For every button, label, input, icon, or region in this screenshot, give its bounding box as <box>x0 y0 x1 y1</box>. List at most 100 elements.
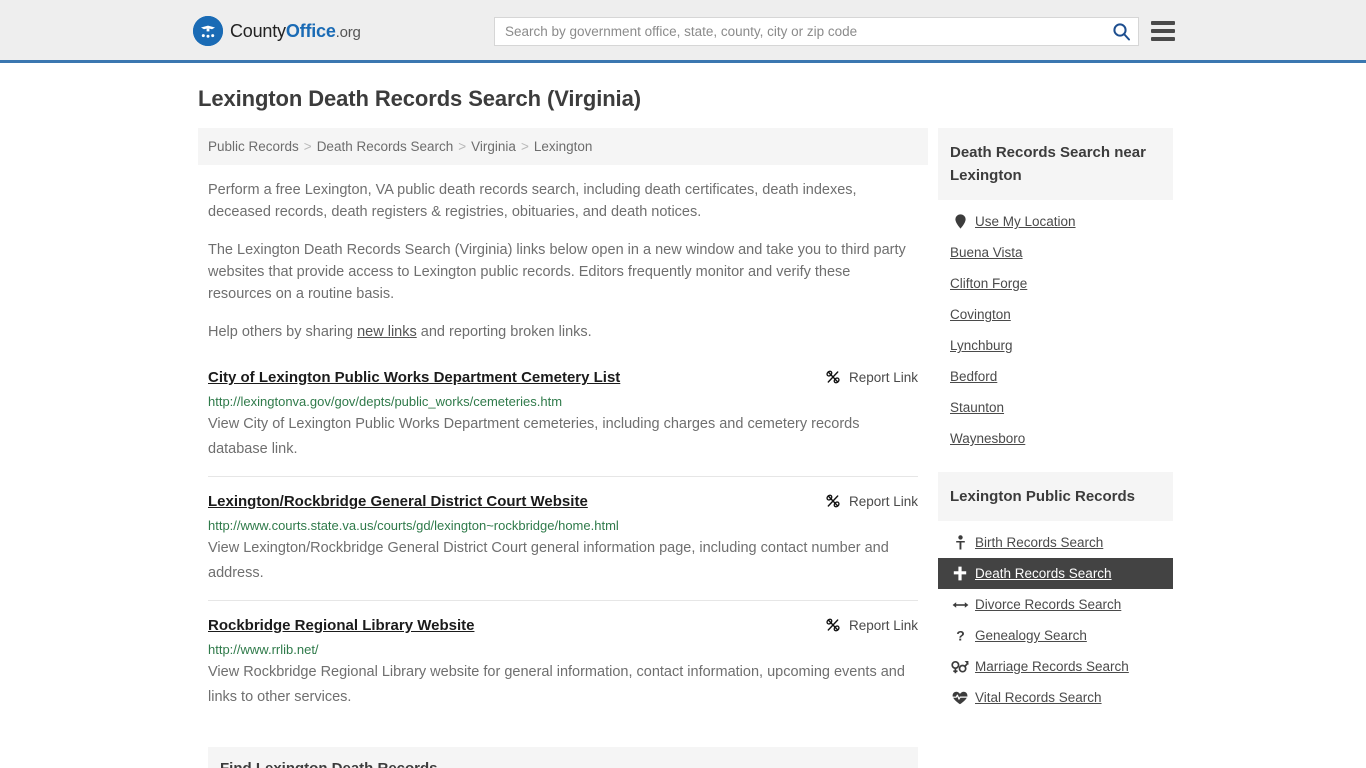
search-button[interactable] <box>1104 18 1138 45</box>
nearby-city-list: Use My Location Buena Vista Clifton Forg… <box>938 200 1173 454</box>
report-link-label: Report Link <box>848 369 918 385</box>
broken-link-icon <box>825 493 841 509</box>
breadcrumb-separator: > <box>303 139 312 154</box>
content-container: Lexington Death Records Search (Virginia… <box>193 63 1173 768</box>
hamburger-bar <box>1151 29 1175 33</box>
result-title-link[interactable]: Rockbridge Regional Library Website <box>208 616 474 636</box>
intro-paragraph-1: Perform a free Lexington, VA public deat… <box>208 182 857 220</box>
logo-wordmark: CountyOffice.org <box>230 21 361 42</box>
hamburger-menu-icon[interactable] <box>1151 21 1175 41</box>
use-my-location-item[interactable]: Use My Location <box>938 206 1173 237</box>
nearby-city-link[interactable]: Waynesboro <box>950 431 1025 446</box>
sidebar-item-vital-records-search[interactable]: Vital Records Search <box>938 682 1173 713</box>
nearby-city-item-buena-vista[interactable]: Buena Vista <box>938 237 1173 268</box>
result-header: Lexington/Rockbridge General District Co… <box>208 492 918 512</box>
baby-icon <box>950 535 970 550</box>
search-icon <box>1112 22 1131 41</box>
search-box[interactable] <box>494 17 1139 46</box>
sidebar-item-death-records-search[interactable]: Death Records Search <box>938 558 1173 589</box>
site-header: CountyOffice.org <box>0 0 1366 63</box>
result-url: http://lexingtonva.gov/gov/depts/public_… <box>208 394 563 409</box>
cross-icon <box>950 566 970 581</box>
find-records-heading: Find Lexington Death Records <box>208 747 918 768</box>
result-description: View Lexington/Rockbridge General Distri… <box>208 540 889 581</box>
breadcrumb-item-lexington[interactable]: Lexington <box>534 139 593 154</box>
sidebar-item-birth-records-search[interactable]: Birth Records Search <box>938 527 1173 558</box>
sidebar: Death Records Search near Lexington Use … <box>938 128 1173 713</box>
heartbeat-icon <box>950 691 970 705</box>
page-body: Lexington Death Records Search (Virginia… <box>0 63 1366 768</box>
report-link-button[interactable]: Report Link <box>825 368 918 385</box>
intro-paragraph-3: Help others by sharing new links and rep… <box>208 321 918 343</box>
report-link-button[interactable]: Report Link <box>825 492 918 509</box>
nearby-city-link[interactable]: Lynchburg <box>950 338 1013 353</box>
breadcrumb-separator: > <box>520 139 529 154</box>
sidebar-link[interactable]: Vital Records Search <box>975 690 1102 705</box>
breadcrumb-separator: > <box>458 139 467 154</box>
logo-text-office: Office <box>285 20 336 41</box>
eagle-stars-emblem-icon <box>193 16 223 46</box>
nearby-city-link[interactable]: Bedford <box>950 369 997 384</box>
breadcrumb-item-death-records-search[interactable]: Death Records Search <box>317 139 454 154</box>
use-my-location-link[interactable]: Use My Location <box>975 214 1076 229</box>
nearby-city-link[interactable]: Staunton <box>950 400 1004 415</box>
logo-text-org: .org <box>335 23 361 41</box>
intro-paragraph-2: The Lexington Death Records Search (Virg… <box>208 242 906 302</box>
share-text-after: and reporting broken links. <box>416 324 592 340</box>
new-links-link[interactable]: new links <box>357 324 417 340</box>
sidebar-link[interactable]: Marriage Records Search <box>975 659 1129 674</box>
result-url: http://www.courts.state.va.us/courts/gd/… <box>208 518 619 533</box>
venus-mars-icon <box>950 660 970 674</box>
main-column: Public Records > Death Records Search > Virg… <box>193 128 928 768</box>
svg-text:?: ? <box>956 628 965 643</box>
result-header: Rockbridge Regional Library Website Repo… <box>208 616 918 636</box>
results-list: City of Lexington Public Works Departmen… <box>198 343 928 724</box>
breadcrumb-item-virginia[interactable]: Virginia <box>471 139 516 154</box>
find-records-section: Find Lexington Death Records Lexington D… <box>198 724 928 768</box>
nearby-city-item-covington[interactable]: Covington <box>938 299 1173 330</box>
hamburger-bar <box>1151 21 1175 25</box>
nearby-city-link[interactable]: Covington <box>950 307 1011 322</box>
nearby-city-item-lynchburg[interactable]: Lynchburg <box>938 330 1173 361</box>
nearby-city-item-clifton-forge[interactable]: Clifton Forge <box>938 268 1173 299</box>
hamburger-bar <box>1151 37 1175 41</box>
public-records-section: Lexington Public Records Birth Records S… <box>938 472 1173 713</box>
result-description: View City of Lexington Public Works Depa… <box>208 416 860 457</box>
search-input[interactable] <box>495 18 1104 45</box>
result-url: http://www.rrlib.net/ <box>208 642 319 657</box>
broken-link-icon <box>825 617 841 633</box>
sidebar-link[interactable]: Death Records Search <box>975 566 1112 581</box>
map-pin-icon <box>950 214 970 229</box>
result-header: City of Lexington Public Works Departmen… <box>208 368 918 388</box>
nearby-city-link[interactable]: Buena Vista <box>950 245 1023 260</box>
breadcrumb: Public Records > Death Records Search > Virg… <box>198 128 928 165</box>
nearby-search-heading: Death Records Search near Lexington <box>938 128 1173 200</box>
result-item: City of Lexington Public Works Departmen… <box>208 355 918 476</box>
site-logo[interactable]: CountyOffice.org <box>193 16 361 46</box>
nearby-city-item-staunton[interactable]: Staunton <box>938 392 1173 423</box>
page-title: Lexington Death Records Search (Virginia… <box>198 86 641 111</box>
sidebar-link[interactable]: Genealogy Search <box>975 628 1087 643</box>
logo-text-county: County <box>230 20 286 41</box>
result-title-link[interactable]: Lexington/Rockbridge General District Co… <box>208 492 588 512</box>
nearby-city-item-bedford[interactable]: Bedford <box>938 361 1173 392</box>
public-records-list: Birth Records Search Death Records Searc… <box>938 521 1173 713</box>
sidebar-item-marriage-records-search[interactable]: Marriage Records Search <box>938 651 1173 682</box>
sidebar-link[interactable]: Divorce Records Search <box>975 597 1121 612</box>
public-records-heading: Lexington Public Records <box>938 472 1173 521</box>
question-mark-icon: ? <box>950 628 970 643</box>
sidebar-link[interactable]: Birth Records Search <box>975 535 1103 550</box>
report-link-label: Report Link <box>848 617 918 633</box>
sidebar-item-genealogy-search[interactable]: ? Genealogy Search <box>938 620 1173 651</box>
report-link-button[interactable]: Report Link <box>825 616 918 633</box>
result-item: Lexington/Rockbridge General District Co… <box>208 476 918 600</box>
nearby-city-item-waynesboro[interactable]: Waynesboro <box>938 423 1173 454</box>
breadcrumb-item-public-records[interactable]: Public Records <box>208 139 299 154</box>
result-title-link[interactable]: City of Lexington Public Works Departmen… <box>208 368 620 388</box>
result-item: Rockbridge Regional Library Website Repo… <box>208 600 918 724</box>
share-text-before: Help others by sharing <box>208 324 358 340</box>
nearby-city-link[interactable]: Clifton Forge <box>950 276 1027 291</box>
header-inner: CountyOffice.org <box>0 0 1366 60</box>
broken-link-icon <box>825 369 841 385</box>
sidebar-item-divorce-records-search[interactable]: Divorce Records Search <box>938 589 1173 620</box>
